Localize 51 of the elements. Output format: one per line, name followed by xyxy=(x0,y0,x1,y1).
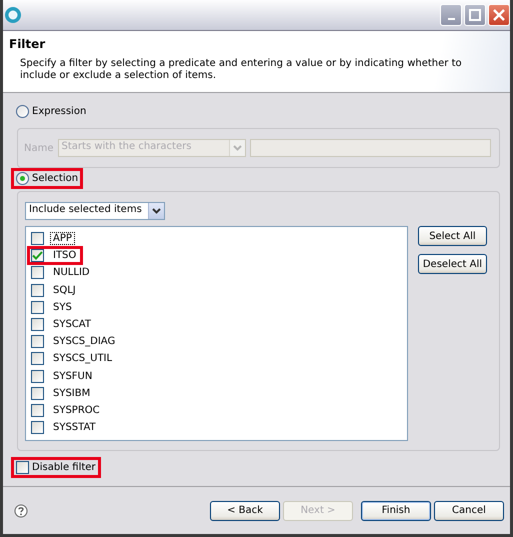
checkbox-label: Disable filter xyxy=(32,462,96,473)
list-button[interactable]: Select All xyxy=(418,226,487,246)
radio-button[interactable]: Expression xyxy=(16,105,86,118)
checkbox[interactable] xyxy=(31,404,44,417)
chevron-down-icon xyxy=(232,145,242,151)
maximize-icon xyxy=(469,9,481,21)
checkbox[interactable] xyxy=(31,352,44,366)
checkbox[interactable] xyxy=(31,421,44,434)
maximize-button[interactable] xyxy=(464,4,486,26)
list-item[interactable]: APP xyxy=(50,232,75,245)
checkbox[interactable] xyxy=(31,335,44,348)
list-item[interactable]: SQLJ xyxy=(50,284,79,297)
checkbox[interactable] xyxy=(31,318,44,331)
checkbox[interactable] xyxy=(31,386,44,400)
checkbox[interactable] xyxy=(31,249,44,262)
dropdown-value: Include selected items xyxy=(28,203,143,217)
minimize-button[interactable] xyxy=(440,4,462,26)
list-item[interactable]: SYSIBM xyxy=(50,386,94,400)
list-button[interactable]: Deselect All xyxy=(418,254,487,274)
close-icon xyxy=(493,9,505,21)
help-icon[interactable] xyxy=(14,504,28,518)
list-item[interactable]: SYSCAT xyxy=(50,318,94,331)
list-item[interactable]: SYSCS_UTIL xyxy=(50,352,116,366)
list-item[interactable]: ITSO xyxy=(50,249,80,262)
chevron-down-icon xyxy=(152,208,161,214)
minimize-icon xyxy=(448,18,454,20)
checkbox[interactable] xyxy=(31,284,44,297)
dialog-button[interactable]: < Back xyxy=(210,500,280,520)
checkbox[interactable] xyxy=(31,370,44,382)
list-item[interactable]: NULLID xyxy=(50,266,93,280)
dropdown-value: Starts with the characters xyxy=(60,140,192,154)
checkbox[interactable] xyxy=(31,300,44,314)
checkbox[interactable] xyxy=(16,461,29,474)
dialog-button[interactable]: Cancel xyxy=(434,500,504,520)
app-icon xyxy=(4,6,22,24)
checkbox[interactable] xyxy=(31,232,44,245)
list-item[interactable]: SYSPROC xyxy=(50,404,103,417)
page-title: Filter xyxy=(9,37,46,51)
list-item[interactable]: SYSFUN xyxy=(50,370,96,382)
radio-button[interactable]: Selection xyxy=(16,172,78,185)
checkbox[interactable] xyxy=(31,266,44,280)
list-item[interactable]: SYSSTAT xyxy=(50,421,99,434)
page-description: Specify a filter by selecting a predicate and entering a value or by indicating whether to include or exclude a selection of items. xyxy=(20,58,463,82)
mode-dropdown[interactable]: Include selected items xyxy=(25,202,165,220)
dialog-button[interactable]: Finish xyxy=(361,500,431,520)
radio-label: Expression xyxy=(32,106,86,117)
list-item[interactable]: SYSCS_DIAG xyxy=(50,335,118,348)
close-button[interactable] xyxy=(488,4,510,26)
radio-label: Selection xyxy=(32,173,78,184)
check-icon xyxy=(32,251,43,260)
list-item[interactable]: SYS xyxy=(50,300,75,314)
